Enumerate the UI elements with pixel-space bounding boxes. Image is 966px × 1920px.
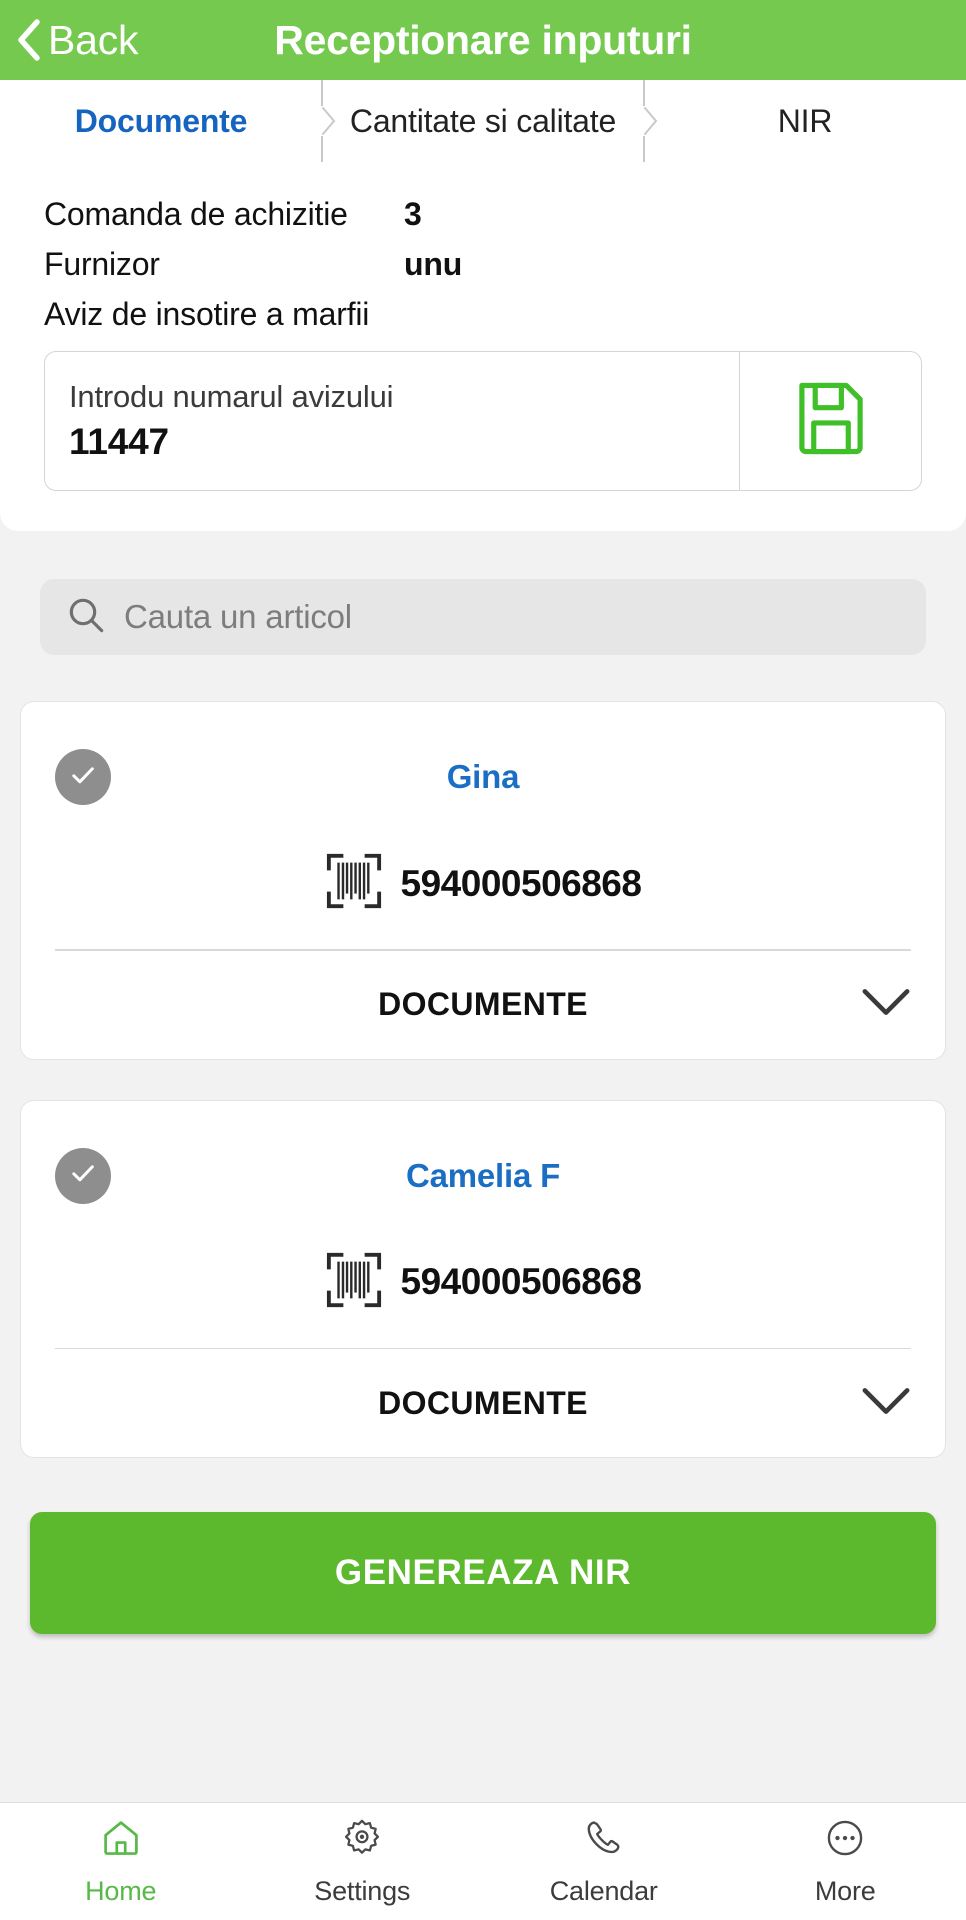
nav-item-settings[interactable]: Settings (242, 1803, 484, 1920)
nav-label: Settings (314, 1875, 411, 1906)
nav-item-more[interactable]: More (725, 1803, 966, 1920)
chevron-down-icon[interactable] (861, 1385, 911, 1422)
bottom-navigation: Home Settings Calendar More (0, 1802, 966, 1920)
field-furnizor: Furnizor unu (44, 246, 922, 283)
field-value: 3 (404, 196, 422, 232)
document-form-panel: Comanda de achizitie 3 Furnizor unu Aviz… (0, 162, 966, 531)
back-button[interactable]: Back (0, 16, 139, 64)
barcode-scan-icon[interactable] (325, 1251, 383, 1314)
genereaza-nir-button[interactable]: GENEREAZA NIR (30, 1512, 936, 1634)
tab-cantitate-si-calitate[interactable]: Cantitate si calitate (322, 80, 644, 162)
field-value: unu (404, 246, 463, 282)
cta-section: GENEREAZA NIR (0, 1498, 966, 1634)
tab-label: Cantitate si calitate (349, 102, 617, 139)
app-header: Back Receptionare inputuri (0, 0, 966, 80)
article-barcode-number: 594000506868 (400, 1261, 642, 1302)
search-icon (66, 595, 106, 640)
gear-icon (341, 1817, 383, 1864)
tab-label: Documente (74, 102, 248, 139)
aviz-input-value: 11447 (69, 421, 169, 462)
article-documents-toggle[interactable]: DOCUMENTE (55, 1349, 911, 1457)
nav-label: Home (85, 1875, 157, 1906)
article-card-header: Gina (55, 702, 911, 852)
section-label-aviz: Aviz de insotire a marfii (44, 296, 922, 333)
save-aviz-button[interactable] (739, 352, 921, 490)
nav-label: Calendar (549, 1875, 658, 1906)
app-root: Back Receptionare inputuri Documente Can… (0, 0, 966, 1920)
nav-label: More (814, 1875, 876, 1906)
article-documents-toggle[interactable]: DOCUMENTE (55, 951, 911, 1059)
aviz-input-group: Introdu numarul avizului 11447 (44, 351, 922, 491)
article-card[interactable]: Gina 594000506868 DOCUMENTE (20, 701, 946, 1060)
article-card[interactable]: Camelia F 594000506868 DOCUMENTE (20, 1099, 946, 1458)
nav-item-home[interactable]: Home (0, 1803, 242, 1920)
barcode-scan-icon[interactable] (325, 852, 383, 915)
article-documents-label: DOCUMENTE (378, 1384, 588, 1421)
aviz-number-input[interactable]: Introdu numarul avizului 11447 (45, 352, 739, 490)
page-title: Receptionare inputuri (274, 16, 692, 63)
article-name[interactable]: Camelia F (55, 1157, 911, 1195)
search-section: Cauta un articol (0, 531, 966, 655)
phone-icon (583, 1817, 625, 1864)
tab-nir[interactable]: NIR (644, 80, 966, 162)
article-barcode-number: 594000506868 (400, 862, 642, 904)
floppy-save-icon (796, 382, 866, 461)
home-icon (100, 1817, 142, 1864)
search-input[interactable]: Cauta un articol (40, 579, 926, 655)
tab-documente[interactable]: Documente (0, 80, 322, 162)
layout-spacer (0, 1634, 966, 1802)
article-list: Gina 594000506868 DOCUMENTE Camelia F 59… (0, 655, 966, 1498)
ellipsis-circle-icon (824, 1817, 866, 1864)
article-name[interactable]: Gina (55, 758, 911, 796)
aviz-input-placeholder: Introdu numarul avizului (69, 379, 394, 414)
article-barcode-row: 594000506868 (55, 1251, 911, 1348)
chevron-down-icon[interactable] (861, 986, 911, 1023)
tab-label: NIR (777, 102, 833, 139)
search-placeholder: Cauta un articol (124, 598, 352, 635)
section-label: Aviz de insotire a marfii (44, 296, 370, 332)
article-card-header: Camelia F (55, 1101, 911, 1251)
chevron-left-icon (16, 19, 42, 61)
tab-bar: Documente Cantitate si calitate NIR (0, 80, 966, 162)
nav-item-calendar[interactable]: Calendar (483, 1803, 725, 1920)
article-documents-label: DOCUMENTE (378, 986, 588, 1022)
field-label: Comanda de achizitie (44, 196, 348, 232)
field-comanda-de-achizitie: Comanda de achizitie 3 (44, 196, 922, 233)
article-barcode-row: 594000506868 (55, 852, 911, 949)
field-label: Furnizor (44, 246, 160, 282)
back-label: Back (48, 16, 139, 63)
